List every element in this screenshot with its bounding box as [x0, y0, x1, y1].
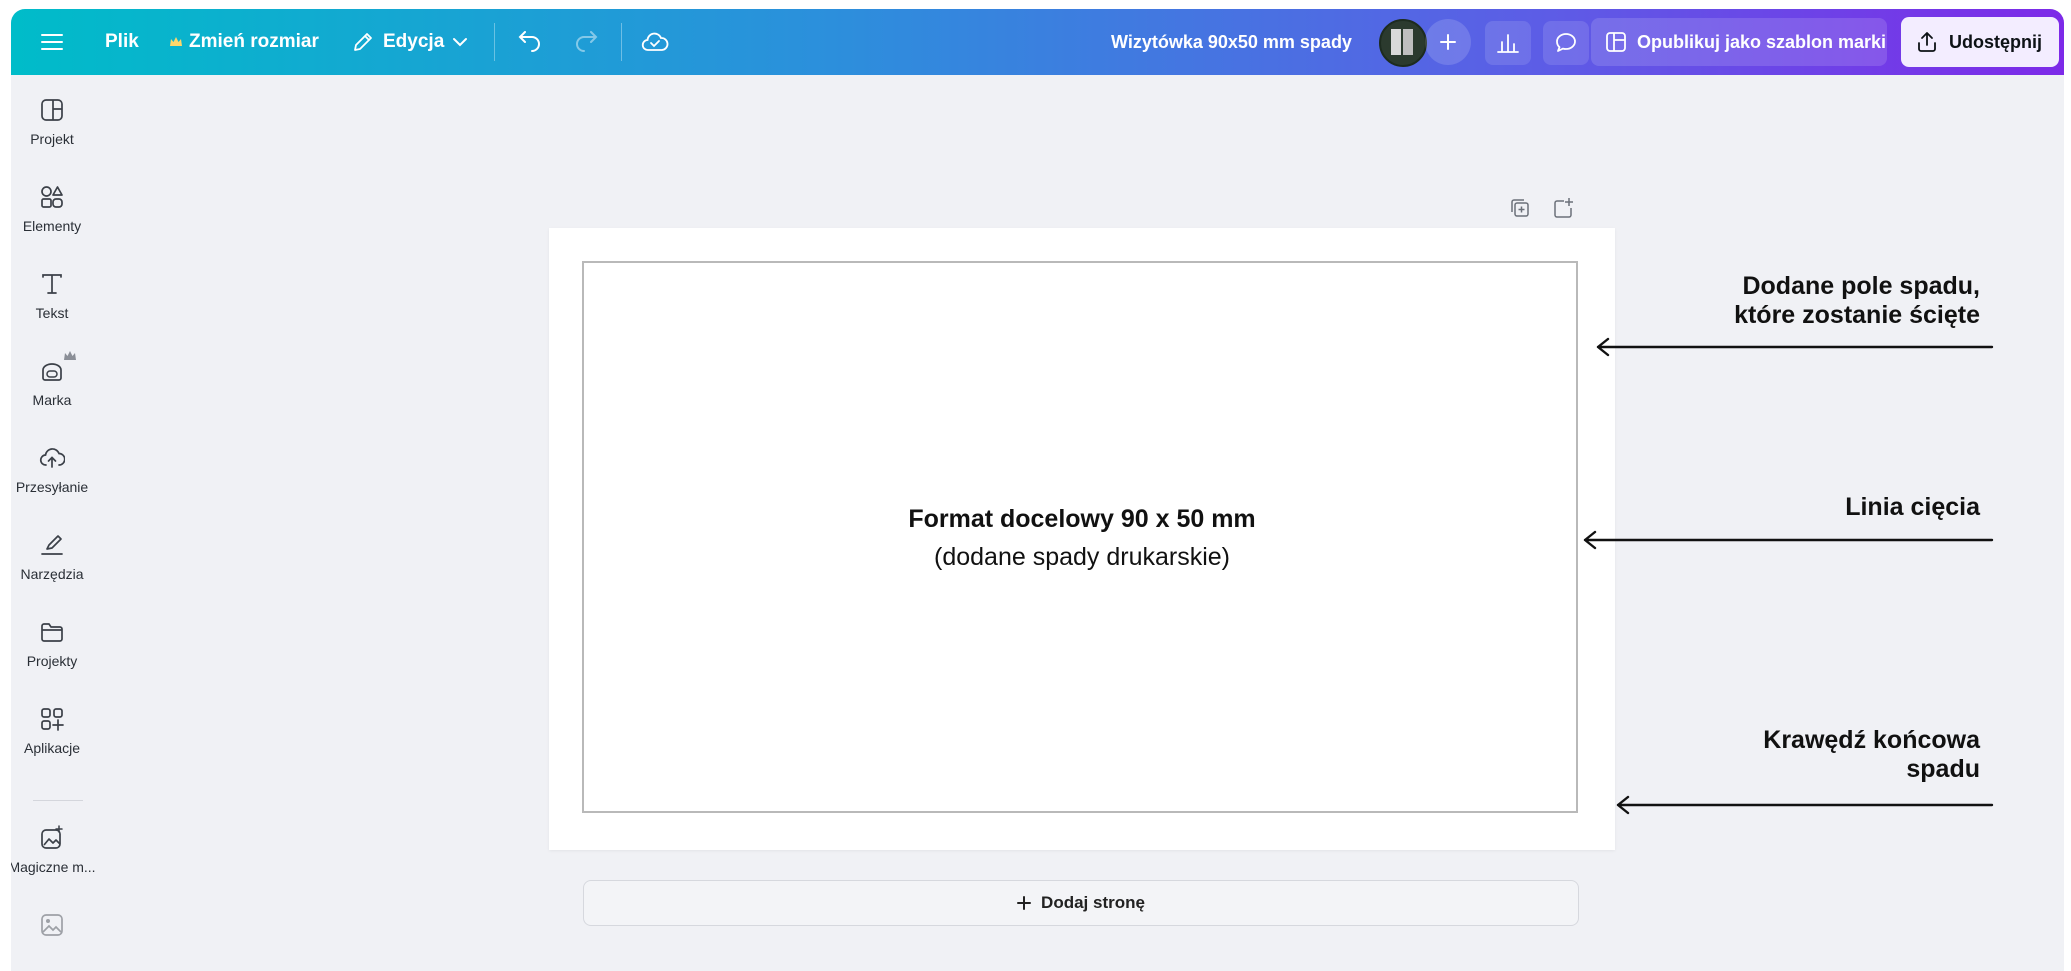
- apps-icon: [41, 708, 64, 731]
- sidebar-item-label: Aplikacje: [23, 740, 81, 756]
- add-page-button[interactable]: Dodaj stronę: [583, 880, 1579, 926]
- toolbar-divider: [621, 23, 622, 61]
- design-page[interactable]: Format docelowy 90 x 50 mm (dodane spady…: [549, 228, 1615, 850]
- upload-cloud-icon: [39, 448, 65, 468]
- sidebar-item-projekty[interactable]: Projekty: [11, 607, 93, 687]
- sidebar-item-narzedzia[interactable]: Narzędzia: [11, 520, 93, 600]
- cloud-check-icon: [641, 32, 669, 51]
- sidebar-item-label: Elementy: [22, 218, 82, 234]
- cut-line-annotation: Linia cięcia: [1845, 493, 1980, 522]
- annotation-text: Krawędź końcowa: [1763, 726, 1980, 754]
- toolbar-divider: [494, 23, 495, 61]
- publish-brand-template-button[interactable]: Opublikuj jako szablon marki: [1591, 18, 1887, 66]
- annotation-text: które zostanie ścięte: [1734, 301, 1980, 329]
- sidebar-item-label: Projekt: [30, 131, 74, 147]
- share-label: Udostępnij: [1949, 31, 2042, 52]
- sidebar-item-label: Magiczne m...: [11, 859, 96, 875]
- side-panel-nav: Projekt Elementy Tekst Marka Przesyłanie…: [11, 75, 96, 971]
- annotation-text: Linia cięcia: [1845, 493, 1980, 521]
- top-toolbar: Plik Zmień rozmiar Edycja Wizytówka 90x5…: [11, 9, 2064, 75]
- brand-icon: [42, 363, 62, 381]
- sidebar-divider: [33, 800, 83, 801]
- duplicate-icon: [1511, 199, 1529, 217]
- trim-line: [582, 261, 1578, 813]
- edit-mode-label: Edycja: [383, 31, 445, 52]
- sidebar-item-magic-media[interactable]: Magiczne m...: [11, 813, 96, 893]
- sidebar-item-przesylanie[interactable]: Przesyłanie: [11, 433, 93, 513]
- bleed-edge-arrow: [1616, 795, 1994, 815]
- layout-icon: [41, 99, 63, 121]
- sidebar-item-label: Przesyłanie: [15, 479, 89, 495]
- undo-icon: [518, 31, 540, 52]
- resize-button[interactable]: Zmień rozmiar: [169, 9, 319, 75]
- file-menu-button[interactable]: Plik: [105, 9, 139, 75]
- plus-icon: [1440, 34, 1456, 50]
- comment-icon: [1556, 33, 1576, 52]
- avatar[interactable]: [1379, 19, 1427, 67]
- add-page-icon-button[interactable]: [1550, 195, 1576, 221]
- sidebar-item-photos[interactable]: [11, 900, 93, 971]
- sidebar-item-projekt[interactable]: Projekt: [11, 85, 93, 165]
- template-icon: [1606, 32, 1626, 52]
- publish-label: Opublikuj jako szablon marki: [1637, 31, 1887, 52]
- cloud-save-status[interactable]: [641, 9, 669, 75]
- magic-media-icon: [41, 825, 63, 849]
- draw-icon: [41, 535, 63, 555]
- sidebar-item-label: Marka: [32, 392, 72, 408]
- redo-button[interactable]: [573, 9, 599, 75]
- hamburger-icon: [41, 34, 63, 50]
- sidebar-item-aplikacje[interactable]: Aplikacje: [11, 694, 93, 774]
- bar-chart-icon: [1497, 34, 1519, 53]
- canvas-subtitle-text[interactable]: (dodane spady drukarskie): [549, 543, 1615, 572]
- share-button[interactable]: Udostępnij: [1901, 17, 2059, 67]
- sidebar-item-label: Narzędzia: [20, 566, 84, 582]
- file-menu-label: Plik: [105, 31, 139, 52]
- sidebar-item-elementy[interactable]: Elementy: [11, 172, 93, 252]
- insights-button[interactable]: [1485, 21, 1531, 65]
- add-page-icon: [1554, 198, 1573, 218]
- bleed-area-annotation: Dodane pole spadu, które zostanie ścięte: [1734, 272, 1980, 330]
- bleed-edge-annotation: Krawędź końcowa spadu: [1763, 726, 1980, 784]
- add-page-label: Dodaj stronę: [1041, 893, 1145, 912]
- plus-icon: [1017, 896, 1032, 910]
- folder-icon: [41, 623, 63, 642]
- sidebar-item-marka[interactable]: Marka: [11, 346, 93, 426]
- share-upload-icon: [1918, 32, 1936, 52]
- annotation-text: spadu: [1906, 755, 1980, 783]
- crown-icon: [170, 37, 182, 46]
- sidebar-item-label: Tekst: [35, 305, 69, 321]
- edit-mode-button[interactable]: Edycja: [351, 9, 468, 75]
- undo-button[interactable]: [517, 9, 543, 75]
- resize-label: Zmień rozmiar: [189, 31, 319, 52]
- annotation-text: Dodane pole spadu,: [1742, 272, 1980, 300]
- cut-line-arrow: [1583, 530, 1994, 550]
- brand-icon-wrap: [39, 351, 76, 384]
- chevron-down-icon: [453, 38, 468, 47]
- premium-crown-icon: [64, 351, 76, 360]
- shapes-icon: [41, 186, 63, 208]
- text-icon: [42, 274, 62, 294]
- sidebar-item-tekst[interactable]: Tekst: [11, 259, 93, 339]
- comments-button[interactable]: [1543, 21, 1589, 65]
- main-menu-button[interactable]: [41, 9, 63, 75]
- sidebar-item-label: Projekty: [26, 653, 78, 669]
- add-collaborator-button[interactable]: [1425, 19, 1471, 65]
- duplicate-page-button[interactable]: [1507, 195, 1533, 221]
- editor-window: Plik Zmień rozmiar Edycja Wizytówka 90x5…: [11, 9, 2064, 971]
- image-icon: [41, 914, 63, 936]
- canvas-title-text[interactable]: Format docelowy 90 x 50 mm: [549, 505, 1615, 534]
- document-title[interactable]: Wizytówka 90x50 mm spady: [1111, 9, 1352, 75]
- redo-icon: [576, 31, 598, 52]
- bleed-area-arrow: [1596, 337, 1994, 357]
- pencil-icon: [354, 33, 372, 51]
